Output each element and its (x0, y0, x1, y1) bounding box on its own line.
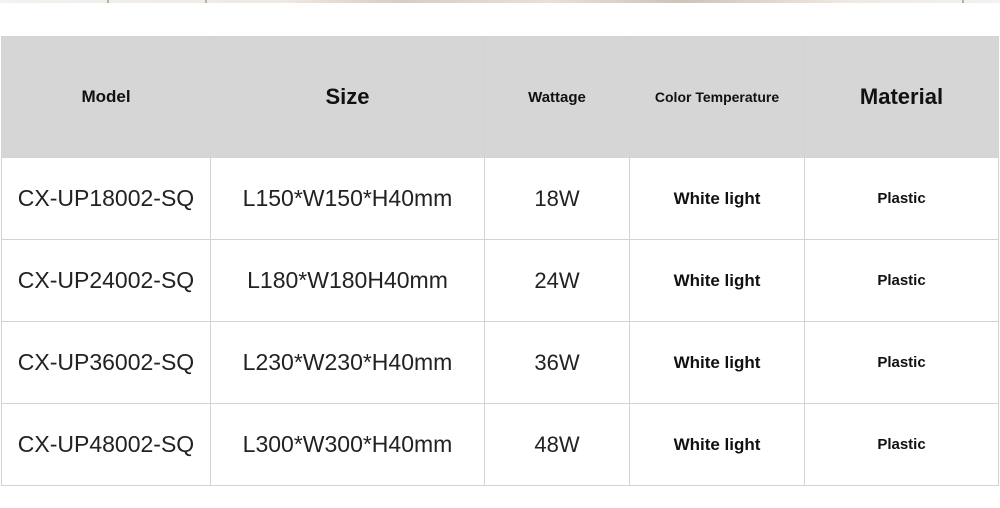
photo-edge-mark (962, 0, 964, 3)
cell-size: L230*W230*H40mm (210, 321, 485, 404)
cell-wattage: 24W (484, 239, 630, 322)
spec-table: Model Size Wattage Color Temperature Mat… (1, 36, 999, 486)
table-row: CX-UP18002-SQ L150*W150*H40mm 18W White … (1, 157, 999, 240)
table-row: CX-UP48002-SQ L300*W300*H40mm 48W White … (1, 403, 999, 486)
cell-model: CX-UP48002-SQ (1, 403, 211, 486)
cell-size: L150*W150*H40mm (210, 157, 485, 240)
cell-material: Plastic (804, 321, 999, 404)
table-row: CX-UP24002-SQ L180*W180H40mm 24W White l… (1, 239, 999, 322)
photo-edge-mark (107, 0, 109, 3)
cell-wattage: 48W (484, 403, 630, 486)
cell-material: Plastic (804, 403, 999, 486)
cell-model: CX-UP36002-SQ (1, 321, 211, 404)
photo-edge-mark (205, 0, 207, 3)
cell-wattage: 36W (484, 321, 630, 404)
cell-material: Plastic (804, 239, 999, 322)
product-photo-strip (0, 0, 1000, 3)
cell-model: CX-UP18002-SQ (1, 157, 211, 240)
cell-color-temperature: White light (629, 239, 805, 322)
cell-size: L180*W180H40mm (210, 239, 485, 322)
table-header-row: Model Size Wattage Color Temperature Mat… (1, 36, 999, 158)
header-wattage: Wattage (484, 36, 630, 158)
cell-material: Plastic (804, 157, 999, 240)
cell-wattage: 18W (484, 157, 630, 240)
header-model: Model (1, 36, 211, 158)
header-material: Material (804, 36, 999, 158)
cell-color-temperature: White light (629, 403, 805, 486)
header-color-temperature: Color Temperature (629, 36, 805, 158)
cell-model: CX-UP24002-SQ (1, 239, 211, 322)
cell-color-temperature: White light (629, 321, 805, 404)
header-size: Size (210, 36, 485, 158)
table-row: CX-UP36002-SQ L230*W230*H40mm 36W White … (1, 321, 999, 404)
cell-color-temperature: White light (629, 157, 805, 240)
cell-size: L300*W300*H40mm (210, 403, 485, 486)
